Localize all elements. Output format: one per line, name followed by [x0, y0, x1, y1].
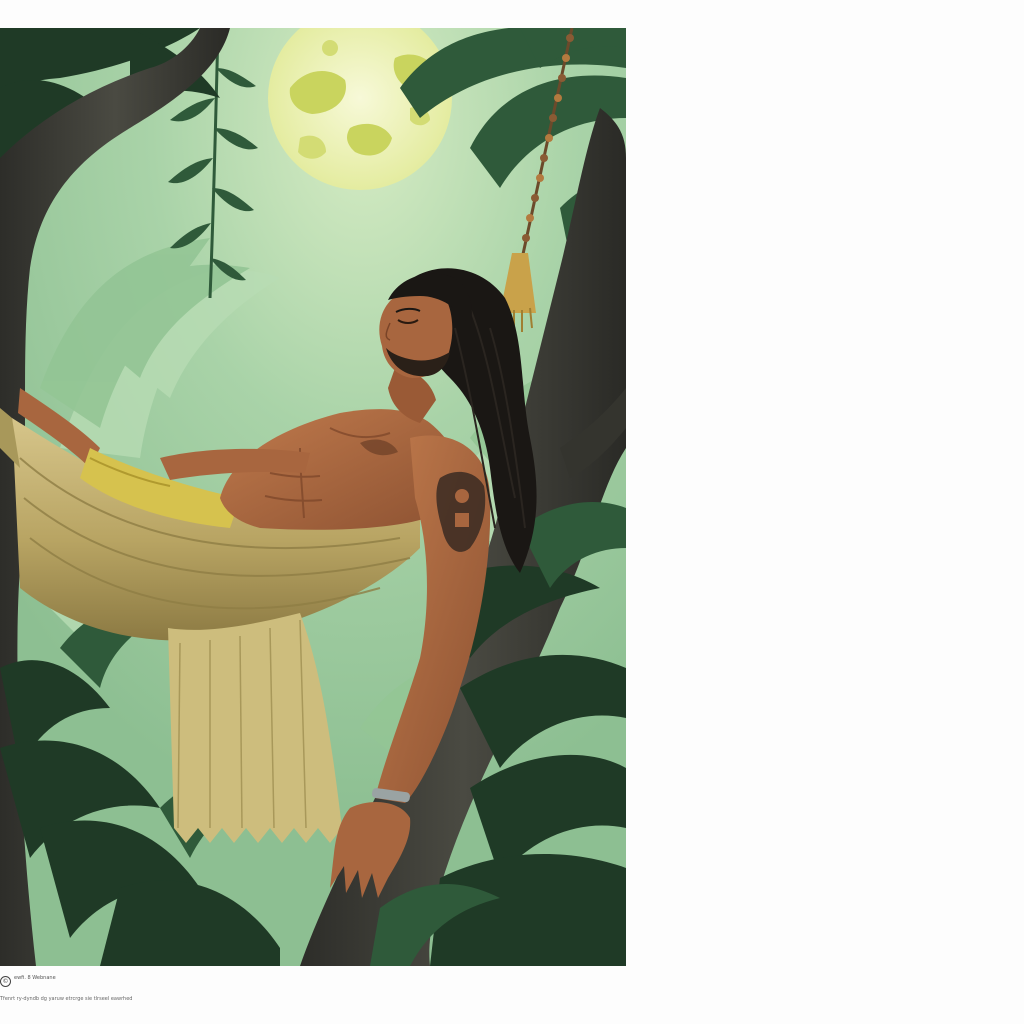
- artist-credit: © ewfi. 8 Webnane Tfenrt ry-dyndb dg yar…: [0, 974, 200, 1014]
- poster-page: © ewfi. 8 Webnane Tfenrt ry-dyndb dg yar…: [0, 0, 1024, 1024]
- credit-name: ewfi. 8 Webnane: [14, 975, 56, 981]
- painting-canvas: [0, 28, 626, 966]
- credit-caption: Tfenrt ry-dyndb dg yaruw etrcrge sie tlr…: [0, 996, 133, 1002]
- copyright-icon: ©: [0, 976, 11, 987]
- jungle-hammock-painting: [0, 28, 626, 966]
